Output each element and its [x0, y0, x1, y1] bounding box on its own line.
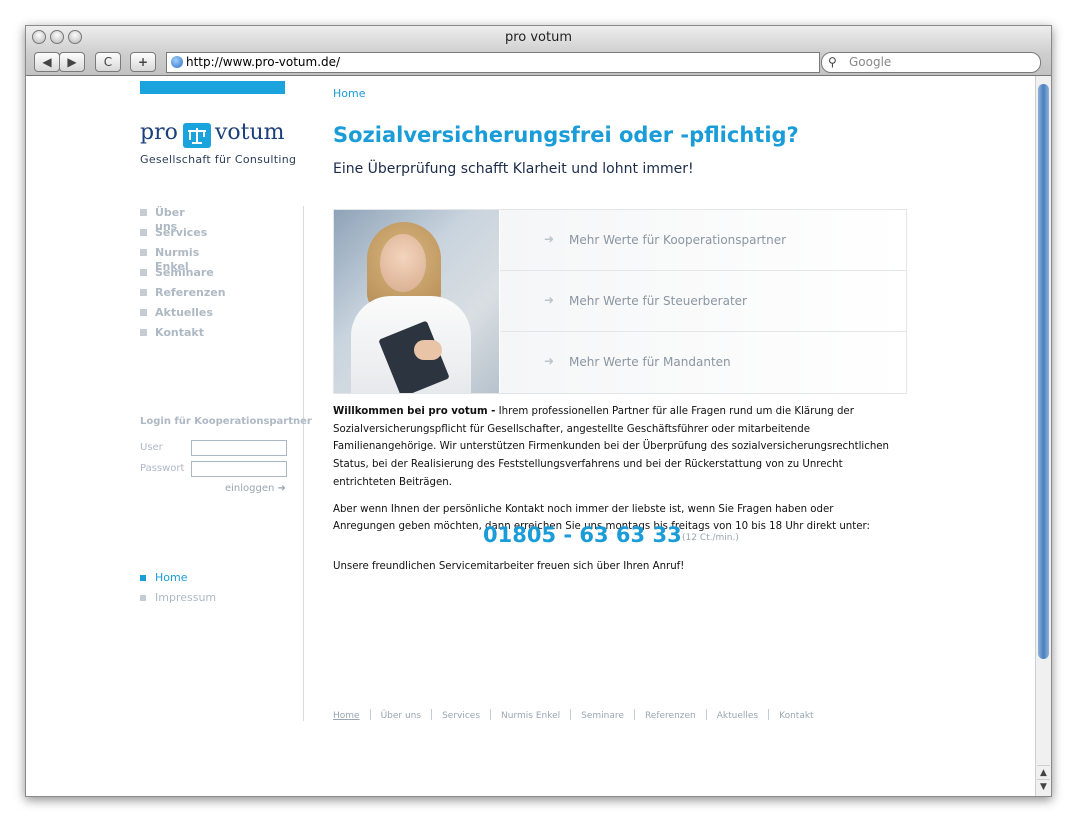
businesswoman-photo — [334, 210, 499, 393]
arrow-right-icon: ➜ — [544, 293, 555, 307]
browser-window: pro votum ◀ ▶ C + http://www.pro-votum.d… — [25, 25, 1052, 797]
banner-link-label: Mehr Werte für Mandanten — [569, 355, 731, 369]
banner-link-steuerberater[interactable]: ➜ Mehr Werte für Steuerberater — [500, 271, 906, 332]
forward-button[interactable]: ▶ — [59, 52, 85, 72]
sidebar-divider — [303, 206, 304, 721]
breadcrumb[interactable]: Home — [333, 87, 365, 100]
forward-arrow-icon: ▶ — [67, 55, 77, 69]
login-button[interactable]: einloggen ➜ — [225, 483, 286, 494]
subnav-label: Impressum — [155, 591, 217, 604]
user-label: User — [140, 442, 163, 453]
search-icon: ⚲ — [828, 55, 837, 69]
url-text: http://www.pro-votum.de/ — [186, 55, 341, 69]
footer-separator — [570, 709, 572, 720]
subnav-bullet-icon — [140, 595, 146, 601]
search-field[interactable]: ⚲ Google — [821, 52, 1041, 73]
banner-link-label: Mehr Werte für Steuerberater — [569, 294, 747, 308]
reload-button[interactable]: C — [95, 52, 121, 72]
scroll-down-icon[interactable]: ▼ — [1037, 779, 1050, 794]
footer-link-1[interactable]: Über uns — [381, 711, 422, 721]
teaser-banner: ➜ Mehr Werte für Kooperationspartner ➜ M… — [333, 209, 907, 394]
nav-bullet-icon — [140, 289, 147, 296]
vertical-scrollbar[interactable]: ▲ ▼ — [1035, 76, 1051, 796]
banner-link-label: Mehr Werte für Kooperationspartner — [569, 233, 787, 247]
nav-bullet-icon — [140, 309, 147, 316]
scroll-up-icon[interactable]: ▲ — [1037, 765, 1050, 780]
nav-label: Referenzen — [155, 286, 226, 299]
add-bookmark-button[interactable]: + — [130, 52, 156, 72]
nav-bullet-icon — [140, 249, 147, 256]
scales-icon — [183, 123, 211, 148]
footer-link-7[interactable]: Kontakt — [779, 711, 813, 721]
nav-bullet-icon — [140, 329, 147, 336]
nav-label: Seminare — [155, 266, 214, 279]
back-arrow-icon: ◀ — [42, 55, 52, 69]
back-button[interactable]: ◀ — [34, 52, 60, 72]
footer-separator — [768, 709, 770, 720]
subnav-label: Home — [155, 571, 188, 584]
banner-link-kooperationspartner[interactable]: ➜ Mehr Werte für Kooperationspartner — [500, 210, 906, 271]
nav-bullet-icon — [140, 269, 147, 276]
footer-nav: Home Über uns Services Nurmis Enkel Seminare… — [333, 709, 814, 721]
footer-link-2[interactable]: Services — [442, 711, 480, 721]
phone-rate-note: (12 Ct./min.) — [682, 533, 739, 543]
password-label: Passwort — [140, 463, 185, 474]
address-bar[interactable]: http://www.pro-votum.de/ — [166, 52, 820, 73]
password-input[interactable] — [191, 461, 287, 477]
intro-bold: Willkommen bei pro votum - — [333, 406, 496, 417]
footer-link-4[interactable]: Seminare — [581, 711, 624, 721]
user-input[interactable] — [191, 440, 287, 456]
footer-link-6[interactable]: Aktuelles — [717, 711, 758, 721]
footer-link-0[interactable]: Home — [333, 711, 360, 721]
intro-paragraph: Willkommen bei pro votum - Ihrem profess… — [333, 403, 893, 492]
logo-text-left: pro — [140, 120, 178, 145]
nav-bullet-icon — [140, 229, 147, 236]
page-title: Sozialversicherungsfrei oder -pflichtig? — [333, 123, 799, 147]
arrow-right-icon: ➜ — [544, 354, 555, 368]
banner-link-mandanten[interactable]: ➜ Mehr Werte für Mandanten — [500, 332, 906, 393]
logo[interactable]: pro votum Gesellschaft für Consulting — [140, 120, 296, 170]
nav-label: Kontakt — [155, 326, 204, 339]
footer-separator — [705, 709, 707, 720]
browser-toolbar: pro votum ◀ ▶ C + http://www.pro-votum.d… — [26, 26, 1051, 76]
globe-icon — [171, 56, 183, 68]
subnav-bullet-icon — [140, 575, 146, 581]
intro-text: Ihrem professionellen Partner für alle F… — [333, 406, 890, 488]
window-title: pro votum — [504, 30, 573, 45]
phone-number: 01805 - 63 63 33 — [483, 523, 682, 547]
closing-text: Unsere freundlichen Servicemitarbeiter f… — [333, 561, 685, 572]
nav-label: Aktuelles — [155, 306, 213, 319]
nav-label: Services — [155, 226, 208, 239]
web-page: Home pro votum Gesellschaft für Consulti… — [26, 76, 1035, 795]
footer-separator — [633, 709, 635, 720]
reload-icon: C — [103, 55, 113, 69]
login-title: Login für Kooperationspartner — [140, 416, 312, 427]
logo-tagline: Gesellschaft für Consulting — [140, 153, 297, 166]
logo-accent-bar — [140, 81, 285, 94]
page-subtitle: Eine Überprüfung schafft Klarheit und lo… — [333, 161, 694, 177]
footer-link-3[interactable]: Nurmis Enkel — [501, 711, 560, 721]
plus-icon: + — [137, 55, 149, 69]
arrow-right-icon: ➜ — [544, 232, 555, 246]
logo-text-right: votum — [215, 120, 285, 145]
footer-link-5[interactable]: Referenzen — [645, 711, 696, 721]
footer-separator — [431, 709, 433, 720]
scroll-thumb[interactable] — [1038, 84, 1049, 659]
search-placeholder: Google — [849, 55, 892, 69]
footer-separator — [369, 709, 371, 720]
nav-bullet-icon — [140, 209, 147, 216]
footer-separator — [490, 709, 492, 720]
